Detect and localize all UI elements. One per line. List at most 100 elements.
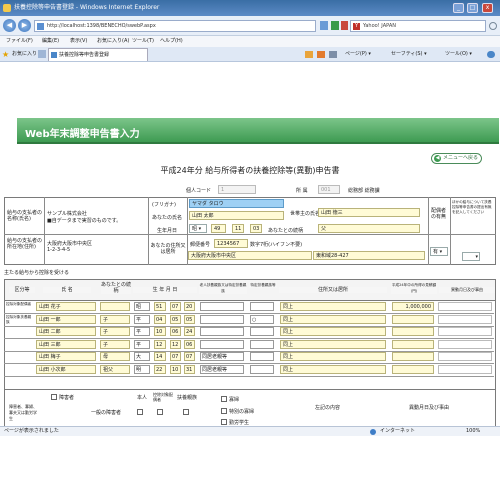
senior-class-select[interactable] [200,314,244,324]
senior-class-select[interactable] [200,327,244,336]
income-field[interactable] [392,364,434,374]
senior-class-select[interactable]: 同居老親等 [200,364,244,374]
back-button[interactable]: ◀ [3,19,16,32]
disabled-checkbox[interactable] [51,394,57,400]
specific-class-select[interactable] [250,327,274,336]
name-field[interactable]: 山田 太郎 [189,211,284,220]
tab-current[interactable]: 扶養控除等申告書登録 [48,48,148,61]
relation-field[interactable] [100,302,130,311]
specific-class-select[interactable]: ○ [250,314,274,324]
householder-field[interactable]: 山田 徳三 [318,208,420,217]
month-field[interactable]: 06 [170,327,181,336]
address-field[interactable]: 同上 [280,352,386,361]
spouse-select[interactable]: 有 ▾ [430,247,448,256]
senior-class-select[interactable] [200,339,244,349]
print-icon[interactable] [329,51,337,58]
tools-menu[interactable]: ツール(O) ▾ [445,49,472,60]
month-field[interactable]: 05 [170,314,181,324]
forward-button[interactable]: ▶ [18,19,31,32]
search-icon[interactable] [489,22,497,30]
era-select[interactable]: 平 [134,314,150,324]
search-input[interactable]: Y Yahoo! JAPAN [350,20,486,32]
personal-code-field[interactable]: 1 [218,185,256,194]
address-field-2[interactable]: 東和域28-427 [313,251,425,260]
change-field[interactable] [438,339,492,349]
address-field[interactable]: 同上 [280,327,386,336]
favorites-button[interactable]: ★ お気に入り [2,49,37,60]
birth-day-field[interactable]: 03 [250,224,262,233]
dependent-name-field[interactable]: 山田 一郎 [36,314,96,324]
zoom-level[interactable]: 100% [466,427,480,436]
income-field[interactable] [392,352,434,361]
relation-field[interactable]: 子 [100,327,130,336]
general-spouse-checkbox[interactable] [157,409,163,415]
relation-field[interactable]: 祖父 [100,364,130,374]
page-menu[interactable]: ページ(P) ▾ [345,49,371,60]
senior-class-select[interactable] [200,302,244,311]
change-field[interactable] [438,314,492,324]
quick-tabs-icon[interactable] [38,50,46,58]
year-field[interactable]: 22 [154,364,166,374]
day-field[interactable]: 06 [184,339,195,349]
era-select[interactable]: 平 [134,327,150,336]
relation-field[interactable]: 子 [100,339,130,349]
dependent-name-field[interactable]: 山田 花子 [36,302,96,311]
dependent-name-field[interactable]: 山田 二郎 [36,327,96,336]
year-field[interactable]: 04 [154,314,166,324]
menu-view[interactable]: 表示(V) [70,36,87,47]
address-field[interactable]: 同上 [280,364,386,374]
menu-favorites[interactable]: お気に入り(A) [97,36,129,47]
birth-year-field[interactable]: 49 [211,224,226,233]
year-field[interactable]: 14 [154,352,166,361]
day-field[interactable]: 24 [184,327,195,336]
income-field[interactable]: 1,000,000 [392,302,434,311]
specific-class-select[interactable] [250,339,274,349]
general-self-checkbox[interactable] [137,409,143,415]
special-widow-checkbox[interactable] [221,408,227,414]
year-field[interactable]: 10 [154,327,166,336]
home-icon[interactable] [305,51,313,58]
address-field[interactable]: 同上 [280,314,386,324]
birth-month-field[interactable]: 11 [232,224,244,233]
refresh-icon[interactable] [331,21,339,30]
era-select[interactable]: 平 [134,339,150,349]
dependent-name-field[interactable]: 山田 三郎 [36,339,96,349]
minimize-button[interactable]: _ [453,3,464,13]
specific-class-select[interactable] [250,364,274,374]
day-field[interactable]: 07 [184,352,195,361]
widow-checkbox[interactable] [221,396,227,402]
month-field[interactable]: 12 [170,339,181,349]
menu-tools[interactable]: ツール(T) [132,36,154,47]
help-icon[interactable] [487,51,495,58]
menu-help[interactable]: ヘルプ(H) [160,36,183,47]
specific-class-select[interactable] [250,352,274,361]
income-field[interactable] [392,327,434,336]
safety-menu[interactable]: セーフティ(S) ▾ [391,49,427,60]
student-checkbox[interactable] [221,419,227,425]
zip-field[interactable]: 1234567 [214,239,248,248]
birth-era-select[interactable]: 昭 ▾ [189,224,207,233]
income-field[interactable] [392,339,434,349]
menu-file[interactable]: ファイル(F) [6,36,33,47]
change-field[interactable] [438,302,492,311]
back-to-menu-button[interactable]: ◀ メニューへ戻る [431,153,482,164]
year-field[interactable]: 51 [154,302,166,311]
day-field[interactable]: 20 [184,302,195,311]
feeds-icon[interactable] [317,51,325,58]
dependent-name-field[interactable]: 山田 梅子 [36,352,96,361]
month-field[interactable]: 07 [170,302,181,311]
era-select[interactable]: 昭 [134,302,150,311]
era-select[interactable]: 明 [134,364,150,374]
address-field[interactable]: 同上 [280,339,386,349]
relation-field[interactable]: 母 [100,352,130,361]
general-dependent-checkbox[interactable] [183,409,189,415]
dependent-name-field[interactable]: 山田 小次郎 [36,364,96,374]
day-field[interactable]: 05 [184,314,195,324]
url-input[interactable]: http://localhost:1398/BENECHO/swebP.aspx [34,20,316,32]
address-field[interactable]: 同上 [280,302,386,311]
maximize-button[interactable]: □ [467,3,478,13]
department-code-field[interactable]: 001 [318,185,340,194]
month-field[interactable]: 10 [170,364,181,374]
income-field[interactable] [392,314,434,324]
year-field[interactable]: 12 [154,339,166,349]
